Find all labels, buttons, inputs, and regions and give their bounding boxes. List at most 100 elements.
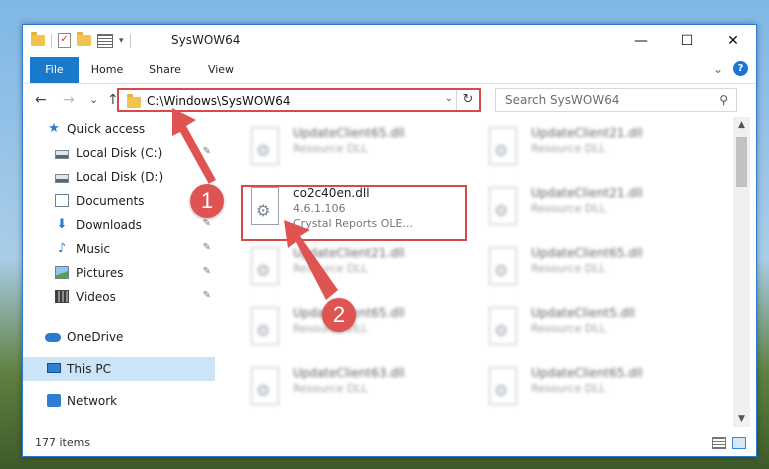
sidebar-item-local-disk-c[interactable]: Local Disk (C:) ✎ — [23, 141, 215, 165]
pin-icon[interactable]: ✎ — [203, 242, 211, 253]
onedrive-icon — [45, 333, 61, 342]
file-item[interactable]: ⚙ UpdateClient21.dll Resource DLL — [485, 123, 705, 177]
dll-file-icon: ⚙ — [247, 367, 283, 409]
file-type: Resource DLL — [531, 142, 606, 155]
file-type: Resource DLL — [531, 202, 606, 215]
scroll-thumb[interactable] — [736, 137, 747, 187]
sidebar-item-label: Local Disk (D:) — [76, 170, 164, 184]
dll-file-icon: ⚙ — [247, 247, 283, 289]
file-item[interactable]: ⚙ UpdateClient63.dll Resource DLL — [247, 363, 467, 417]
toolbar-dropdown-icon[interactable]: ▾ — [119, 36, 124, 46]
new-folder-icon[interactable] — [77, 32, 91, 46]
maximize-button[interactable]: ☐ — [664, 25, 710, 57]
file-item[interactable]: ⚙ UpdateClient65.dll Resource DLL — [247, 123, 467, 177]
help-icon[interactable]: ? — [733, 61, 748, 76]
sidebar-item-network[interactable]: Network — [23, 389, 215, 413]
file-type: Resource DLL — [531, 262, 606, 275]
file-item[interactable]: ⚙ UpdateClient65.dll Resource DLL — [485, 243, 705, 297]
sidebar-item-label: Pictures — [76, 266, 124, 280]
disk-icon — [55, 150, 69, 159]
tab-view[interactable]: View — [201, 57, 241, 83]
file-name: UpdateClient21.dll — [531, 126, 643, 140]
sidebar-item-label: Downloads — [76, 218, 142, 232]
tiles-view-icon[interactable] — [732, 437, 746, 449]
gear-icon: ⚙ — [256, 261, 271, 280]
sidebar-item-quick-access[interactable]: ★ Quick access — [23, 117, 215, 141]
tab-share[interactable]: Share — [145, 57, 185, 83]
dll-file-icon: ⚙ — [247, 307, 283, 349]
gear-icon: ⚙ — [494, 381, 509, 400]
address-dropdown-icon[interactable]: ⌄ — [445, 93, 453, 104]
file-name: UpdateClient63.dll — [293, 366, 405, 380]
file-list: ⚙ UpdateClient65.dll Resource DLL ⚙ Upda… — [223, 117, 733, 427]
documents-icon — [55, 194, 69, 207]
gear-icon: ⚙ — [256, 141, 271, 160]
item-count: 177 items — [35, 436, 91, 449]
toolbar-divider — [51, 33, 52, 48]
pin-icon[interactable]: ✎ — [203, 146, 211, 157]
status-bar: 177 items — [23, 433, 756, 455]
search-box[interactable]: Search SysWOW64 ⚲ — [495, 88, 737, 112]
ribbon-controls: ⌄ ? — [713, 61, 748, 76]
quick-access-toolbar: ✓ ▾ — [31, 32, 131, 48]
address-bar[interactable]: C:\Windows\SysWOW64 ⌄ ↻ — [117, 88, 481, 112]
sidebar-item-music[interactable]: ♪ Music ✎ — [23, 237, 215, 261]
expand-ribbon-icon[interactable]: ⌄ — [713, 62, 723, 76]
file-type: Resource DLL — [531, 382, 606, 395]
details-view-icon[interactable] — [712, 437, 726, 449]
properties-check-icon[interactable]: ✓ — [58, 33, 71, 48]
folder-icon — [127, 94, 141, 108]
file-item[interactable]: ⚙ UpdateClient65.dll Resource DLL — [485, 363, 705, 417]
sidebar-item-onedrive[interactable]: OneDrive — [23, 325, 215, 349]
customize-icon[interactable] — [97, 33, 113, 48]
address-path[interactable]: C:\Windows\SysWOW64 — [147, 94, 291, 108]
forward-arrow-icon[interactable]: → — [63, 92, 75, 108]
gear-icon: ⚙ — [494, 201, 509, 220]
refresh-icon[interactable]: ↻ — [456, 90, 479, 110]
pictures-icon — [55, 266, 69, 279]
this-pc-icon — [47, 363, 61, 373]
vertical-scrollbar[interactable]: ▲ ▼ — [733, 117, 750, 427]
folder-icon[interactable] — [31, 32, 45, 46]
sidebar-item-pictures[interactable]: Pictures ✎ — [23, 261, 215, 285]
recent-locations-icon[interactable]: ⌄ — [89, 93, 98, 106]
dll-file-icon: ⚙ — [485, 187, 521, 229]
toolbar-divider — [129, 33, 131, 48]
sidebar-item-videos[interactable]: Videos ✎ — [23, 285, 215, 309]
tab-file[interactable]: File — [30, 57, 79, 83]
scroll-up-icon[interactable]: ▲ — [733, 117, 750, 133]
file-explorer-window: ✓ ▾ SysWOW64 — ☐ ✕ File Home Share View … — [22, 24, 757, 457]
dll-file-icon: ⚙ — [485, 367, 521, 409]
tab-home[interactable]: Home — [87, 57, 127, 83]
close-button[interactable]: ✕ — [710, 25, 756, 57]
back-arrow-icon[interactable]: ← — [35, 92, 47, 108]
sidebar-item-label: Network — [67, 394, 118, 408]
sidebar-item-documents[interactable]: Documents ✎ — [23, 189, 215, 213]
file-type: Resource DLL — [293, 142, 368, 155]
dll-file-icon: ⚙ — [485, 247, 521, 289]
file-item[interactable]: ⚙ UpdateClient65.dll Resource DLL — [247, 303, 467, 357]
file-item[interactable]: ⚙ UpdateClient5.dll Resource DLL — [485, 303, 705, 357]
dll-file-icon: ⚙ — [247, 127, 283, 169]
file-type: Resource DLL — [531, 322, 606, 335]
file-name: UpdateClient65.dll — [531, 246, 643, 260]
sidebar-item-downloads[interactable]: ⬇ Downloads ✎ — [23, 213, 215, 237]
file-name: UpdateClient65.dll — [531, 366, 643, 380]
search-icon[interactable]: ⚲ — [719, 93, 728, 107]
file-item[interactable]: ⚙ UpdateClient21.dll Resource DLL — [485, 183, 705, 237]
pin-icon[interactable]: ✎ — [203, 266, 211, 277]
pin-icon[interactable]: ✎ — [203, 290, 211, 301]
file-item[interactable]: ⚙ UpdateClient21.dll Resource DLL — [247, 243, 467, 297]
file-name: UpdateClient21.dll — [531, 186, 643, 200]
scroll-down-icon[interactable]: ▼ — [733, 411, 750, 427]
sidebar-item-this-pc[interactable]: This PC — [23, 357, 215, 381]
navigation-pane: ★ Quick access Local Disk (C:) ✎ Local D… — [23, 117, 215, 427]
sidebar-item-label: This PC — [67, 362, 111, 376]
pin-icon[interactable]: ✎ — [203, 218, 211, 229]
dll-file-icon: ⚙ — [485, 127, 521, 169]
dll-file-icon: ⚙ — [485, 307, 521, 349]
file-type: Resource DLL — [293, 262, 368, 275]
minimize-button[interactable]: — — [618, 25, 664, 57]
sidebar-item-local-disk-d[interactable]: Local Disk (D:) — [23, 165, 215, 189]
network-icon — [47, 394, 61, 407]
